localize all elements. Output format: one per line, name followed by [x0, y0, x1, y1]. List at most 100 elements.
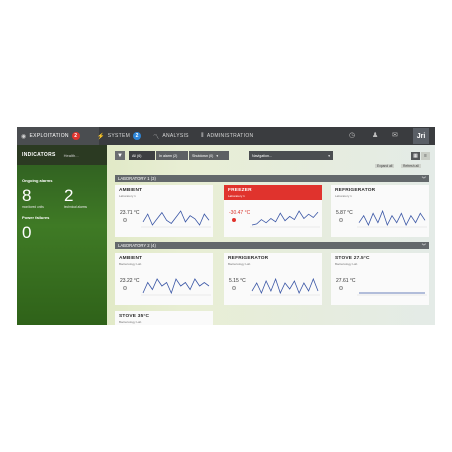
technical-alarms-label: technical alarms — [64, 205, 88, 209]
funnel-icon: ▼ — [117, 152, 123, 159]
refresh-all-link[interactable]: Refresh all — [401, 164, 421, 168]
sensor-card[interactable]: STOVE 35°C Bacteriology Lab — [115, 311, 213, 325]
collapse-chevron-icon: ︾ — [421, 175, 426, 181]
card-title: STOVE 27.5°C — [335, 256, 370, 261]
segment-shutdown[interactable]: Shutdown (0) ▾ — [189, 151, 229, 160]
lightning-icon: ⚡ — [97, 133, 105, 140]
status-indicator-icon — [123, 218, 127, 222]
card-header: REFRIGERATOR Bacteriology Lab — [224, 253, 322, 268]
collapse-chevron-icon: ︾ — [421, 242, 426, 248]
alarm-count-badge: 2 — [71, 132, 80, 140]
card-header: STOVE 35°C Bacteriology Lab — [115, 311, 213, 325]
tab-label: EXPLOITATION — [29, 133, 69, 139]
filter-button[interactable]: ▼ — [115, 151, 125, 160]
card-header: AMBIENT Bacteriology Lab — [115, 253, 213, 268]
card-header: FREEZER Laboratory 1 — [224, 185, 322, 200]
tab-system[interactable]: ⚡ SYSTEM 2 — [97, 127, 142, 145]
temperature-value: 23.71 °C — [120, 210, 140, 216]
sparkline-series — [358, 209, 426, 227]
list-view-button[interactable]: ≡ — [421, 152, 430, 160]
tab-label: ADMINISTRATION — [206, 133, 254, 139]
sensor-card[interactable]: AMBIENT Bacteriology Lab 23.22 °C — [115, 253, 213, 305]
system-count-badge: 2 — [133, 132, 142, 140]
status-indicator-icon — [123, 286, 127, 290]
toolbar: ▼ All (6) In alarm (2) Shutdown (0) ▾ Na… — [109, 149, 433, 168]
trend-sparkline — [250, 210, 320, 228]
tab-label: ANALYSIS — [162, 133, 189, 139]
card-title: AMBIENT — [119, 188, 143, 193]
section-header-laboratory-2[interactable]: LABORATORY 2 (4) ︾ — [115, 242, 429, 249]
card-header: REFRIGERATOR Laboratory 1 — [331, 185, 429, 200]
app-window: ◉ EXPLOITATION 2 ⚡ SYSTEM 2 〽 ANALYSIS ⫴… — [17, 127, 435, 325]
segment-label: Shutdown (0) — [192, 153, 214, 158]
card-location: Bacteriology Lab — [119, 320, 142, 324]
card-header: AMBIENT Laboratory 1 — [115, 185, 213, 200]
card-title: REFRIGERATOR — [335, 188, 376, 193]
status-indicator-icon — [232, 286, 236, 290]
card-title: REFRIGERATOR — [228, 256, 269, 261]
temperature-value: 5.87 °C — [336, 210, 353, 216]
monitored-units-count: 8 — [22, 186, 32, 205]
card-title: AMBIENT — [119, 256, 143, 261]
indicators-title: INDICATORS — [22, 152, 56, 158]
card-title: STOVE 35°C — [119, 314, 150, 319]
alarm-indicator-icon — [232, 218, 236, 222]
status-indicator-icon — [339, 286, 343, 290]
indicators-subtitle[interactable]: Health... — [64, 153, 79, 158]
power-failures-count: 0 — [22, 223, 32, 242]
grid-icon: ▦ — [413, 153, 418, 159]
chevron-down-icon: ▾ — [328, 153, 330, 158]
power-failures-label: Power failures — [22, 215, 50, 220]
tab-exploitation[interactable]: ◉ EXPLOITATION 2 — [17, 127, 99, 145]
indicators-panel: INDICATORS Health... Ongoing alarms 8 mo… — [17, 145, 107, 325]
select-label: Navigation... — [252, 153, 272, 158]
chart-line-icon: 〽 — [153, 134, 160, 141]
expand-all-link[interactable]: Expand all — [375, 164, 395, 168]
segment-all[interactable]: All (6) — [129, 151, 155, 160]
card-location: Laboratory 1 — [119, 194, 136, 198]
indicators-header: INDICATORS Health... — [17, 145, 107, 165]
ongoing-alarms-label: Ongoing alarms — [22, 178, 53, 183]
clock-icon[interactable]: ◷ — [349, 131, 355, 139]
temperature-value: 5.15 °C — [229, 278, 246, 284]
sensor-card[interactable]: FREEZER Laboratory 1 -30.47 °C — [224, 185, 322, 237]
technical-alarms-count: 2 — [64, 186, 74, 205]
section-title: LABORATORY 1 (3) — [118, 176, 156, 181]
temperature-value: 23.22 °C — [120, 278, 140, 284]
trend-sparkline — [357, 209, 427, 228]
card-location: Bacteriology Lab — [119, 262, 142, 266]
sensor-card[interactable]: REFRIGERATOR Laboratory 1 5.87 °C — [331, 185, 429, 237]
list-icon: ≡ — [424, 153, 427, 159]
eye-icon: ◉ — [21, 133, 27, 140]
sensor-card[interactable]: STOVE 27.5°C Bacteriology Lab 27.61 °C — [331, 253, 429, 305]
section-header-laboratory-1[interactable]: LABORATORY 1 (3) ︾ — [115, 175, 429, 182]
user-icon[interactable]: ♟ — [372, 131, 378, 139]
top-navigation: ◉ EXPLOITATION 2 ⚡ SYSTEM 2 〽 ANALYSIS ⫴… — [17, 127, 435, 145]
monitored-units-label: monitored units — [22, 205, 44, 209]
card-title: FREEZER — [228, 188, 252, 193]
tab-label: SYSTEM — [107, 133, 131, 139]
temperature-value: 27.61 °C — [336, 278, 356, 284]
tab-analysis[interactable]: 〽 ANALYSIS — [153, 127, 189, 145]
grid-view-button[interactable]: ▦ — [411, 152, 420, 160]
card-location: Bacteriology Lab — [228, 262, 251, 266]
trend-sparkline — [357, 292, 427, 296]
segment-in-alarm[interactable]: In alarm (2) — [156, 151, 188, 160]
temperature-value: -30.47 °C — [229, 210, 251, 216]
sliders-icon: ⫴ — [201, 132, 204, 139]
status-indicator-icon — [339, 218, 343, 222]
sparkline-series — [142, 278, 210, 295]
sensor-card[interactable]: REFRIGERATOR Bacteriology Lab 5.15 °C — [224, 253, 322, 305]
trend-sparkline — [141, 278, 211, 296]
sensor-card[interactable]: AMBIENT Laboratory 1 23.71 °C — [115, 185, 213, 237]
chevron-down-icon: ▾ — [216, 153, 219, 158]
sparkline-series — [251, 277, 319, 295]
sparkline-series — [142, 210, 210, 226]
mail-icon[interactable]: ✉ — [392, 131, 398, 139]
navigation-select[interactable]: Navigation... ▾ — [249, 151, 333, 160]
sparkline-series — [251, 210, 319, 226]
tab-administration[interactable]: ⫴ ADMINISTRATION — [201, 127, 253, 145]
section-title: LABORATORY 2 (4) — [118, 243, 156, 248]
card-header: STOVE 27.5°C Bacteriology Lab — [331, 253, 429, 268]
trend-sparkline — [141, 210, 211, 228]
